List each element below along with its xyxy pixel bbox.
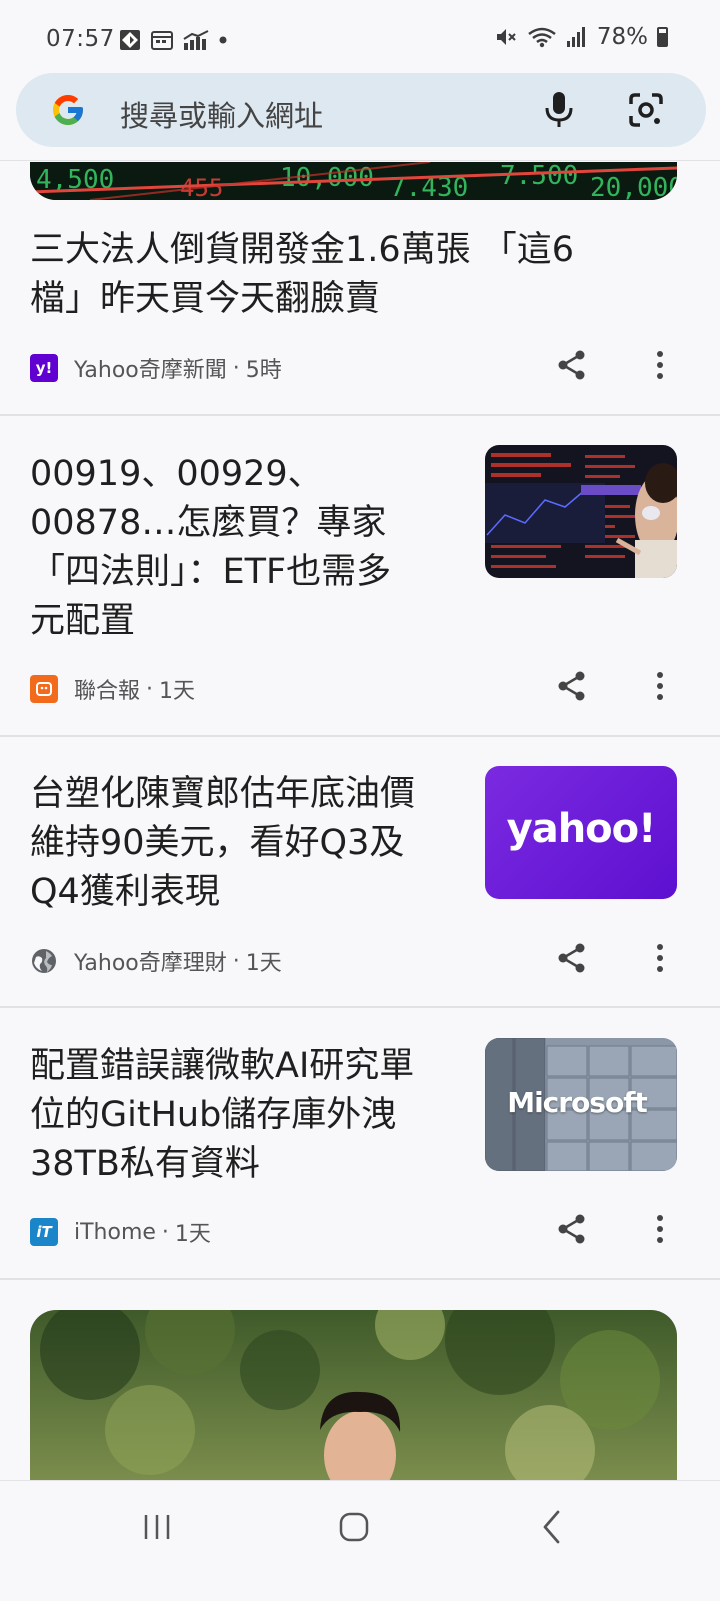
more-options-icon[interactable] — [650, 1213, 670, 1245]
svg-text:20,000: 20,000 — [590, 173, 677, 200]
share-icon[interactable] — [556, 1213, 588, 1245]
udn-logo-icon — [30, 675, 58, 703]
more-options-icon[interactable] — [650, 942, 670, 974]
status-bar: 07:57 78% — [0, 0, 720, 80]
title-line: 「四法則」：ETF也需多 — [30, 552, 392, 592]
share-icon[interactable] — [556, 349, 588, 381]
status-time: 07:57 — [46, 26, 115, 52]
microphone-icon[interactable] — [542, 90, 576, 130]
divider — [0, 1278, 720, 1280]
notification-icons — [118, 28, 228, 52]
google-lens-icon[interactable] — [628, 92, 664, 128]
search-input[interactable]: 搜尋或輸入網址 — [120, 93, 323, 135]
article-4-meta: iT iThome · 1天 — [30, 1216, 211, 1248]
title-line: 台塑化陳寶郎估年底油價 — [30, 774, 416, 814]
source-name: 聯合報 — [74, 679, 141, 704]
article-2-thumbnail[interactable] — [485, 445, 677, 578]
wifi-icon — [528, 27, 556, 48]
recent-apps-icon[interactable] — [142, 1512, 172, 1542]
home-icon[interactable] — [338, 1511, 370, 1543]
article-2-meta: 聯合報 · 1天 — [30, 673, 195, 705]
calendar-icon — [151, 31, 173, 50]
article-3-title[interactable]: 台塑化陳寶郎估年底油價 維持90美元，看好Q3及 Q4獲利表現 — [30, 770, 470, 917]
battery-percent: 78% — [596, 24, 648, 50]
mute-icon — [496, 29, 516, 45]
separator: · — [161, 1219, 169, 1245]
title-line: Q4獲利表現 — [30, 872, 220, 912]
title-line: 元配置 — [30, 601, 136, 641]
separator: · — [232, 355, 240, 381]
article-age: 5時 — [245, 358, 282, 383]
battery-icon — [657, 27, 668, 47]
article-4-thumbnail[interactable]: Microsoft — [485, 1038, 677, 1171]
article-age: 1天 — [245, 951, 282, 976]
title-line: 00878…怎麼買？專家 — [30, 503, 387, 543]
divider — [0, 160, 720, 161]
article-image-stock-board[interactable]: 4,50010,0007.4307.50020,000 455 — [30, 162, 677, 200]
globe-icon — [30, 947, 58, 975]
dot-icon — [219, 36, 227, 44]
source-name: iThome — [74, 1219, 156, 1245]
title-line: 檔」昨天買今天翻臉賣 — [30, 279, 381, 319]
article-image-person[interactable] — [30, 1310, 677, 1485]
signal-icon — [566, 27, 585, 47]
navigation-bar — [0, 1480, 720, 1601]
article-2-title[interactable]: 00919、00929、 00878…怎麼買？專家 「四法則」：ETF也需多 元… — [30, 450, 470, 646]
divider — [0, 414, 720, 416]
stocks-chart-icon — [183, 30, 209, 50]
separator: · — [146, 676, 154, 702]
divider — [0, 1006, 720, 1008]
source-name: Yahoo奇摩理財 — [74, 951, 227, 976]
title-line: 三大法人倒貨開發金1.6萬張 「這6 — [30, 230, 575, 270]
google-logo-icon — [53, 95, 83, 125]
article-4-title[interactable]: 配置錯誤讓微軟AI研究單 位的GitHub儲存庫外洩 38TB私有資料 — [30, 1042, 470, 1189]
share-icon[interactable] — [556, 670, 588, 702]
article-1-title[interactable]: 三大法人倒貨開發金1.6萬張 「這6 檔」昨天買今天翻臉賣 — [30, 226, 670, 324]
title-line: 00919、00929、 — [30, 454, 323, 494]
back-icon[interactable] — [540, 1509, 564, 1545]
microsoft-logo-thumbnail: Microsoft — [507, 1086, 648, 1119]
title-line: 配置錯誤讓微軟AI研究單 — [30, 1046, 415, 1086]
article-age: 1天 — [159, 679, 196, 704]
title-line: 位的GitHub儲存庫外洩 — [30, 1095, 397, 1135]
svg-text:7.500: 7.500 — [500, 162, 578, 191]
separator: · — [232, 948, 240, 974]
search-bar[interactable]: 搜尋或輸入網址 — [16, 73, 706, 147]
more-options-icon[interactable] — [650, 349, 670, 381]
ithome-logo-icon: iT — [30, 1218, 58, 1246]
more-options-icon[interactable] — [650, 670, 670, 702]
article-age: 1天 — [174, 1222, 211, 1247]
divider — [0, 735, 720, 737]
yahoo-logo-thumbnail: yahoo! — [506, 806, 657, 852]
share-icon[interactable] — [556, 942, 588, 974]
yahoo-logo-icon: y! — [30, 354, 58, 382]
app-notification-icon — [120, 30, 140, 50]
article-3-thumbnail[interactable]: yahoo! — [485, 766, 677, 899]
article-1-meta: y! Yahoo奇摩新聞 · 5時 — [30, 352, 282, 384]
title-line: 38TB私有資料 — [30, 1144, 260, 1184]
article-3-meta: Yahoo奇摩理財 · 1天 — [30, 945, 282, 977]
title-line: 維持90美元，看好Q3及 — [30, 823, 405, 863]
source-name: Yahoo奇摩新聞 — [74, 358, 227, 383]
